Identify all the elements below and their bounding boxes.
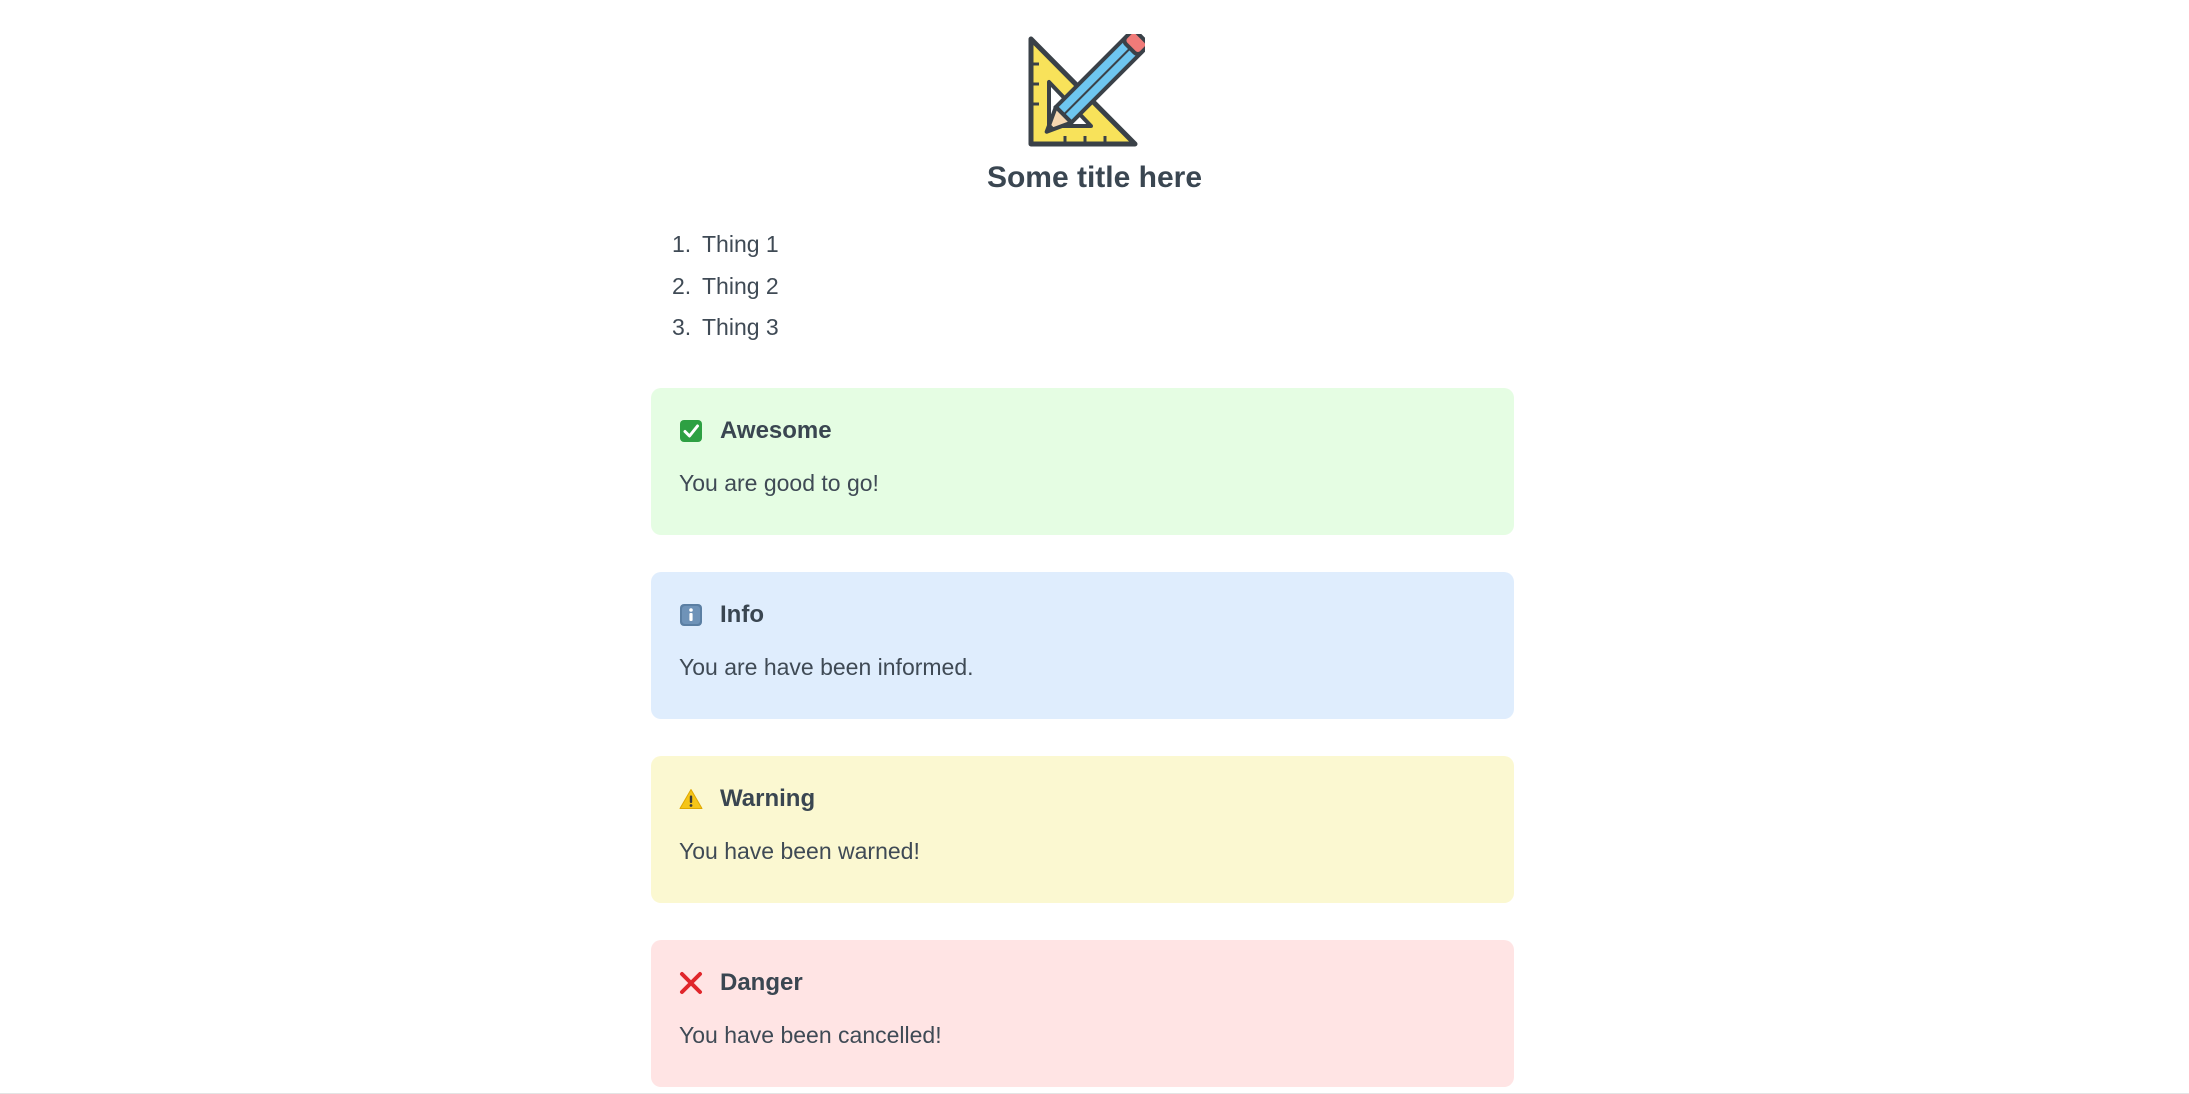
callout-text: You are good to go! — [679, 470, 879, 496]
callout-header: Warning — [679, 782, 815, 816]
list-item-number: 2. — [672, 272, 692, 299]
list-item-label: Thing 1 — [702, 231, 779, 257]
callout-header: Awesome — [679, 414, 832, 448]
callout-title: Danger — [720, 969, 803, 996]
check-box-icon — [679, 419, 703, 443]
callout-header: Danger — [679, 966, 803, 1000]
callout-text: You are have been informed. — [679, 654, 974, 680]
callout-title: Awesome — [720, 417, 832, 444]
page-title: Some title here — [986, 161, 1203, 194]
danger-callout: Danger You have been cancelled! — [651, 940, 1514, 1087]
list-item-label: Thing 3 — [702, 314, 779, 340]
info-callout: Info You are have been informed. — [651, 572, 1514, 719]
set-square-pencil-icon — [1015, 29, 1150, 152]
info-icon — [679, 603, 703, 627]
callout-header: Info — [679, 598, 764, 632]
numbered-list: 1. Thing 1 2. Thing 2 3. Thing 3 — [672, 229, 779, 354]
list-item-number: 1. — [672, 231, 692, 257]
callout-title: Warning — [720, 785, 816, 812]
page: Some title here 1. Thing 1 2. Thing 2 3.… — [0, 0, 2189, 1094]
callout-text: You have been cancelled! — [679, 1022, 942, 1048]
callout-text: You have been warned! — [679, 838, 920, 864]
warning-callout: Warning You have been warned! — [651, 756, 1514, 903]
list-item-label: Thing 2 — [702, 272, 779, 299]
list-item: 3. Thing 3 — [672, 312, 779, 354]
success-callout: Awesome You are good to go! — [651, 388, 1514, 535]
cross-icon — [679, 971, 703, 995]
list-item: 1. Thing 1 — [672, 229, 779, 271]
callout-title: Info — [720, 601, 764, 628]
warning-icon — [679, 787, 703, 811]
list-item-number: 3. — [672, 314, 692, 340]
list-item: 2. Thing 2 — [672, 271, 779, 313]
